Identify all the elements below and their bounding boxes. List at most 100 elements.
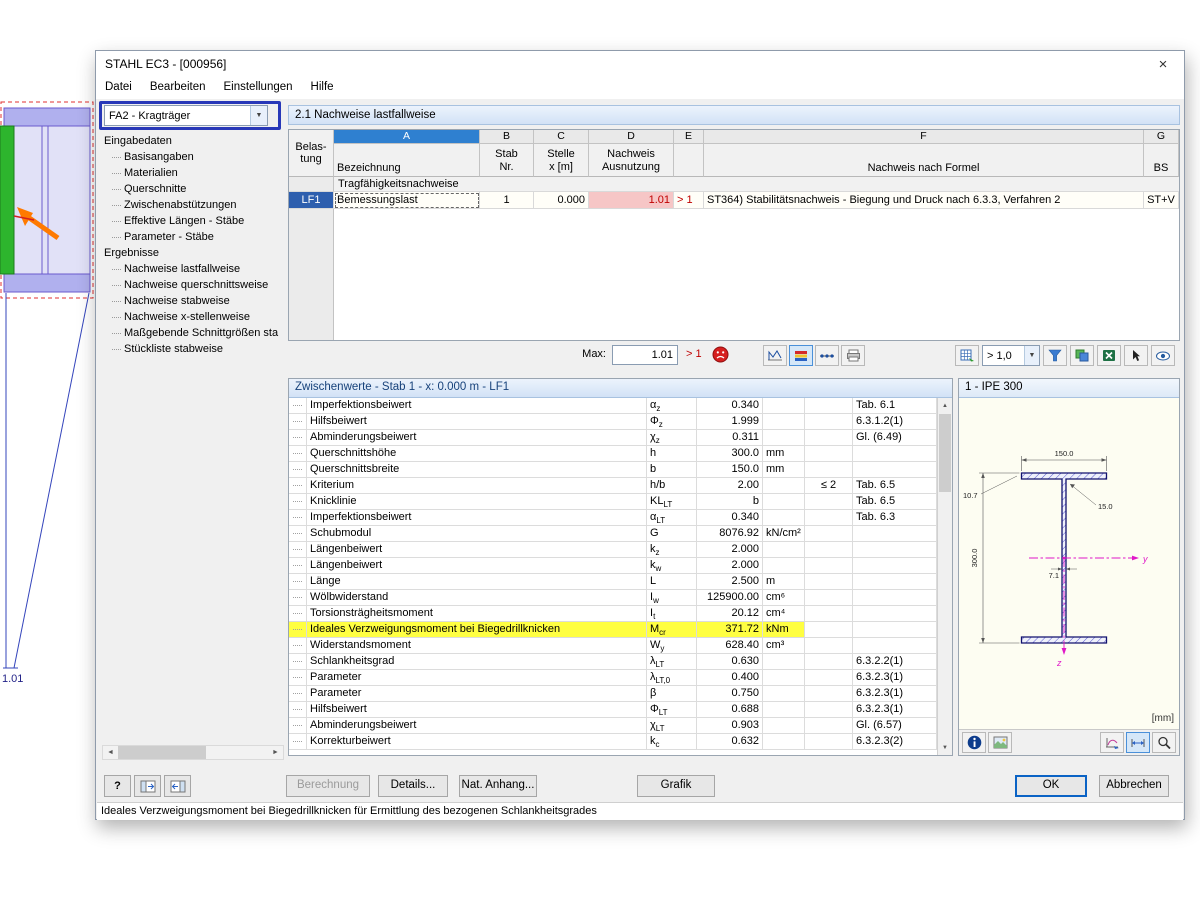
- intermediate-row[interactable]: Abminderungsbeiwert χLT 0.903 Gl. (6.57): [289, 718, 937, 734]
- excel-export-button[interactable]: [1097, 345, 1121, 366]
- column-letter-b[interactable]: B: [480, 130, 534, 144]
- pointer-mode-button[interactable]: [1124, 345, 1148, 366]
- tree-item[interactable]: Nachweise querschnittsweise: [102, 277, 282, 293]
- scroll-down-icon[interactable]: ▼: [938, 740, 952, 755]
- dock-output-button[interactable]: [164, 775, 191, 797]
- scrollbar-thumb[interactable]: [118, 746, 206, 759]
- tree-item[interactable]: Maßgebende Schnittgrößen sta: [102, 325, 282, 341]
- intermediate-row[interactable]: Schlankheitsgrad λLT 0.630 6.3.2.2(1): [289, 654, 937, 670]
- max-value-field[interactable]: 1.01: [612, 345, 678, 365]
- intermediate-row[interactable]: Länge L 2.500 m: [289, 574, 937, 590]
- scroll-up-icon[interactable]: ▲: [938, 398, 952, 413]
- rendering-button[interactable]: [988, 732, 1012, 753]
- result-row-location[interactable]: 0.000: [534, 192, 589, 209]
- result-row-bs[interactable]: ST+V: [1144, 192, 1179, 209]
- intermediate-row[interactable]: Imperfektionsbeiwert αLT 0.340 Tab. 6.3: [289, 510, 937, 526]
- tree-section[interactable]: Ergebnisse: [102, 245, 282, 261]
- intermediate-row[interactable]: Ideales Verzweigungsmoment bei Biegedril…: [289, 622, 937, 638]
- intermediate-row[interactable]: Knicklinie KLLT b Tab. 6.5: [289, 494, 937, 510]
- stations-button[interactable]: [815, 345, 839, 366]
- tree-item[interactable]: Basisangaben: [102, 149, 282, 165]
- zoom-section-button[interactable]: [1152, 732, 1176, 753]
- panel-colors-button[interactable]: [1070, 345, 1094, 366]
- intermediate-row[interactable]: Hilfsbeiwert Φz 1.999 6.3.1.2(1): [289, 414, 937, 430]
- abbrechen-button[interactable]: Abbrechen: [1099, 775, 1169, 797]
- chevron-down-icon[interactable]: ▼: [250, 106, 267, 125]
- intermediate-row[interactable]: Längenbeiwert kw 2.000: [289, 558, 937, 574]
- result-row-member[interactable]: 1: [480, 192, 534, 209]
- tree-item[interactable]: Materialien: [102, 165, 282, 181]
- result-row-formula[interactable]: ST364) Stabilitätsnachweis - Biegung und…: [704, 192, 1144, 209]
- column-letter-c[interactable]: C: [534, 130, 589, 144]
- nat-anhang-button[interactable]: Nat. Anhang...: [459, 775, 537, 797]
- dock-input-button[interactable]: [134, 775, 161, 797]
- menu-einstellungen[interactable]: Einstellungen: [214, 77, 301, 99]
- result-row-ratio[interactable]: 1.01: [589, 192, 674, 209]
- intermediate-row[interactable]: Querschnittsbreite b 150.0 mm: [289, 462, 937, 478]
- scroll-left-icon[interactable]: ◄: [103, 746, 118, 759]
- scrollbar-thumb[interactable]: [939, 414, 951, 492]
- ratio-filter-select[interactable]: > 1,0 ▼: [982, 345, 1040, 366]
- berechnung-button: Berechnung: [286, 775, 370, 797]
- tree-item[interactable]: Parameter - Stäbe: [102, 229, 282, 245]
- menu-bearbeiten[interactable]: Bearbeiten: [141, 77, 215, 99]
- section-panel: 1 - IPE 300 150.0 300.0 10.7 15.0 7.1 y …: [958, 378, 1180, 756]
- help-button[interactable]: ?: [104, 775, 131, 797]
- intermediate-row[interactable]: Schubmodul G 8076.92 kN/cm²: [289, 526, 937, 542]
- tree-item[interactable]: Nachweise lastfallweise: [102, 261, 282, 277]
- tree-section[interactable]: Eingabedaten: [102, 133, 282, 149]
- tree-item[interactable]: Nachweise stabweise: [102, 293, 282, 309]
- intermediate-row[interactable]: Imperfektionsbeiwert αz 0.340 Tab. 6.1: [289, 398, 937, 414]
- intermediate-row[interactable]: Längenbeiwert kz 2.000: [289, 542, 937, 558]
- scroll-right-icon[interactable]: ►: [268, 746, 283, 759]
- tree-item[interactable]: Querschnitte: [102, 181, 282, 197]
- intermediate-row[interactable]: Querschnittshöhe h 300.0 mm: [289, 446, 937, 462]
- ok-button[interactable]: OK: [1015, 775, 1087, 797]
- chevron-down-icon[interactable]: ▼: [1024, 346, 1039, 365]
- menu-bar: Datei Bearbeiten Einstellungen Hilfe: [96, 77, 1184, 99]
- intermediate-row[interactable]: Torsionsträgheitsmoment It 20.12 cm⁴: [289, 606, 937, 622]
- intermediate-row[interactable]: Abminderungsbeiwert χz 0.311 Gl. (6.49): [289, 430, 937, 446]
- filter-funnel-button[interactable]: [1043, 345, 1067, 366]
- intermediate-row[interactable]: Hilfsbeiwert ΦLT 0.688 6.3.2.3(1): [289, 702, 937, 718]
- intermediate-row[interactable]: Parameter λLT,0 0.400 6.3.2.3(1): [289, 670, 937, 686]
- column-letter-e[interactable]: E: [674, 130, 704, 144]
- info-button[interactable]: [962, 732, 986, 753]
- intermediate-row[interactable]: Kriterium h/b 2.00 ≤ 2 Tab. 6.5: [289, 478, 937, 494]
- column-letter-f[interactable]: F: [704, 130, 1144, 144]
- close-button[interactable]: ×: [1142, 51, 1184, 77]
- intermediate-scrollbar[interactable]: ▲ ▼: [937, 398, 952, 755]
- dimensions-toggle-button[interactable]: [1126, 732, 1150, 753]
- column-letter-d[interactable]: D: [589, 130, 674, 144]
- intermediate-row[interactable]: Widerstandsmoment Wy 628.40 cm³: [289, 638, 937, 654]
- print-button[interactable]: [841, 345, 865, 366]
- tree-item[interactable]: Zwischenabstützungen: [102, 197, 282, 213]
- export-table-button[interactable]: [955, 345, 979, 366]
- column-letter-g[interactable]: G: [1144, 130, 1179, 144]
- visibility-eye-button[interactable]: [1151, 345, 1175, 366]
- beam-selected-face: [0, 125, 15, 275]
- tree-item[interactable]: Stückliste stabweise: [102, 341, 282, 357]
- results-caption: 2.1 Nachweise lastfallweise: [288, 105, 1180, 125]
- colored-results-button[interactable]: [789, 345, 813, 366]
- result-row-name[interactable]: Bemessungslast: [334, 192, 480, 209]
- result-row-loadcase[interactable]: LF1: [289, 192, 334, 209]
- menu-hilfe[interactable]: Hilfe: [302, 77, 343, 99]
- tree-horizontal-scrollbar[interactable]: ◄ ►: [102, 745, 284, 760]
- column-header-bezeichnung: Bezeichnung: [334, 144, 480, 177]
- result-row-flag[interactable]: > 1: [674, 192, 704, 209]
- tree-item[interactable]: Effektive Längen - Stäbe: [102, 213, 282, 229]
- grafik-button[interactable]: Grafik: [637, 775, 715, 797]
- export-graphic-button[interactable]: [1100, 732, 1124, 753]
- details-button[interactable]: Details...: [378, 775, 448, 797]
- column-letter-a[interactable]: A: [334, 130, 480, 144]
- tree-item[interactable]: Nachweise x-stellenweise: [102, 309, 282, 325]
- intermediate-row[interactable]: Parameter β 0.750 6.3.2.3(1): [289, 686, 937, 702]
- load-case-select[interactable]: FA2 - Kragträger ▼: [104, 105, 268, 126]
- menu-datei[interactable]: Datei: [96, 77, 141, 99]
- intermediate-row[interactable]: Wölbwiderstand Iw 125900.00 cm⁶: [289, 590, 937, 606]
- section-drawing[interactable]: 150.0 300.0 10.7 15.0 7.1 y z: [959, 398, 1179, 728]
- intermediate-row[interactable]: Korrekturbeiwert kc 0.632 6.3.2.3(2): [289, 734, 937, 750]
- column-header-formel: Nachweis nach Formel: [704, 144, 1144, 177]
- result-diagram-button[interactable]: [763, 345, 787, 366]
